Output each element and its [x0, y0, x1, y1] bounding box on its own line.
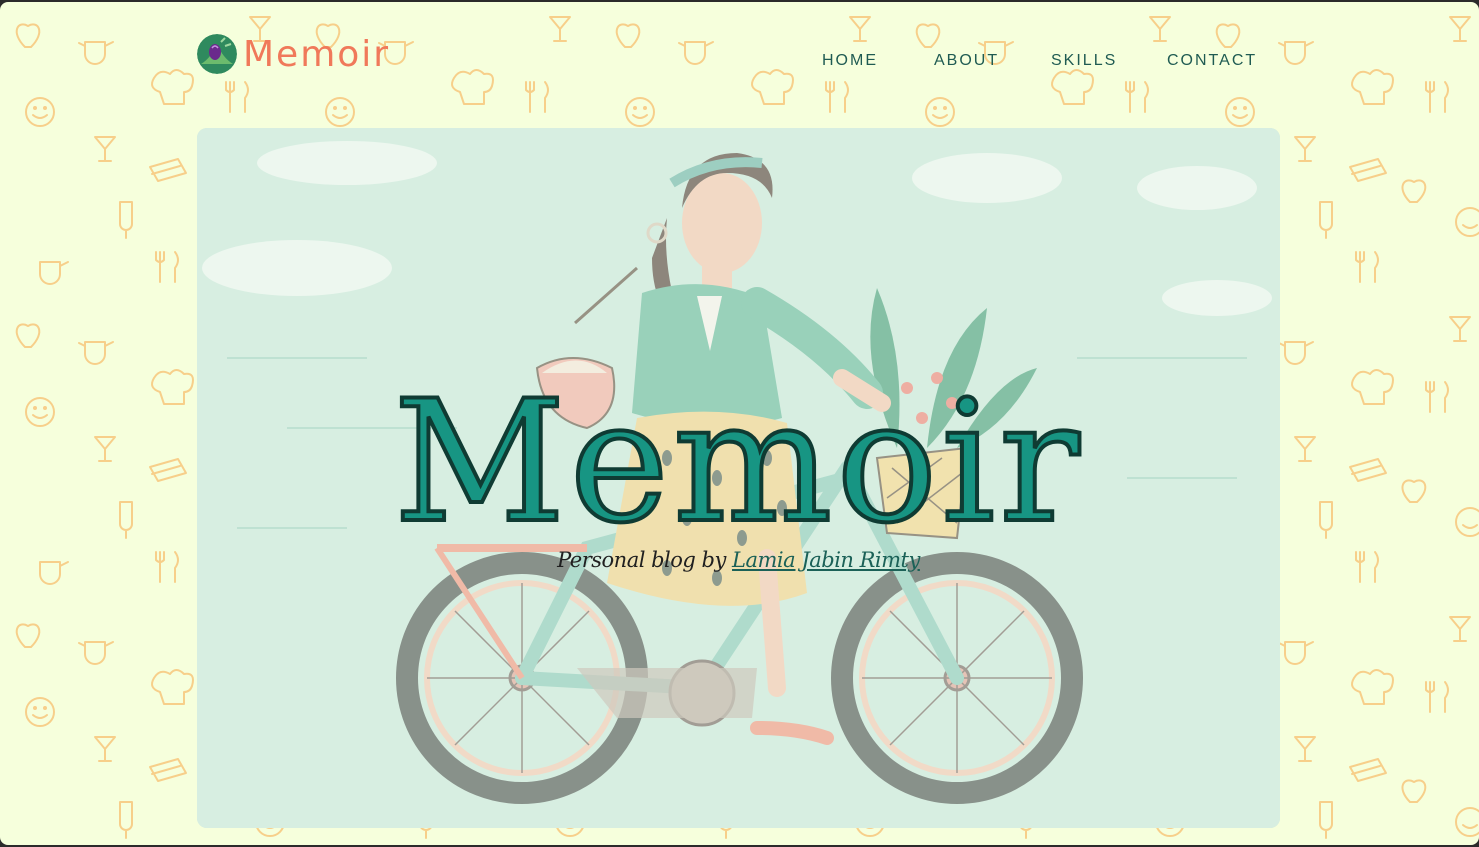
hero-title: Memoir: [392, 364, 1084, 560]
author-link[interactable]: Lamia Jabin Rimty: [732, 548, 920, 572]
page: Memoir HOME ABOUT SKILLS CONTACT Memoir …: [0, 2, 1479, 845]
nav-skills-link[interactable]: SKILLS: [1051, 52, 1117, 70]
hero-banner: Memoir Personal blog by Lamia Jabin Rimt…: [197, 128, 1280, 828]
main-nav: HOME ABOUT SKILLS CONTACT: [0, 52, 1479, 74]
hero-subtitle: Personal blog by Lamia Jabin Rimty: [197, 548, 1280, 572]
hero-subtitle-prefix: Personal blog by: [557, 548, 733, 572]
nav-contact-link[interactable]: CONTACT: [1167, 52, 1257, 70]
nav-home-link[interactable]: HOME: [822, 52, 878, 70]
nav-about-link[interactable]: ABOUT: [934, 52, 999, 70]
